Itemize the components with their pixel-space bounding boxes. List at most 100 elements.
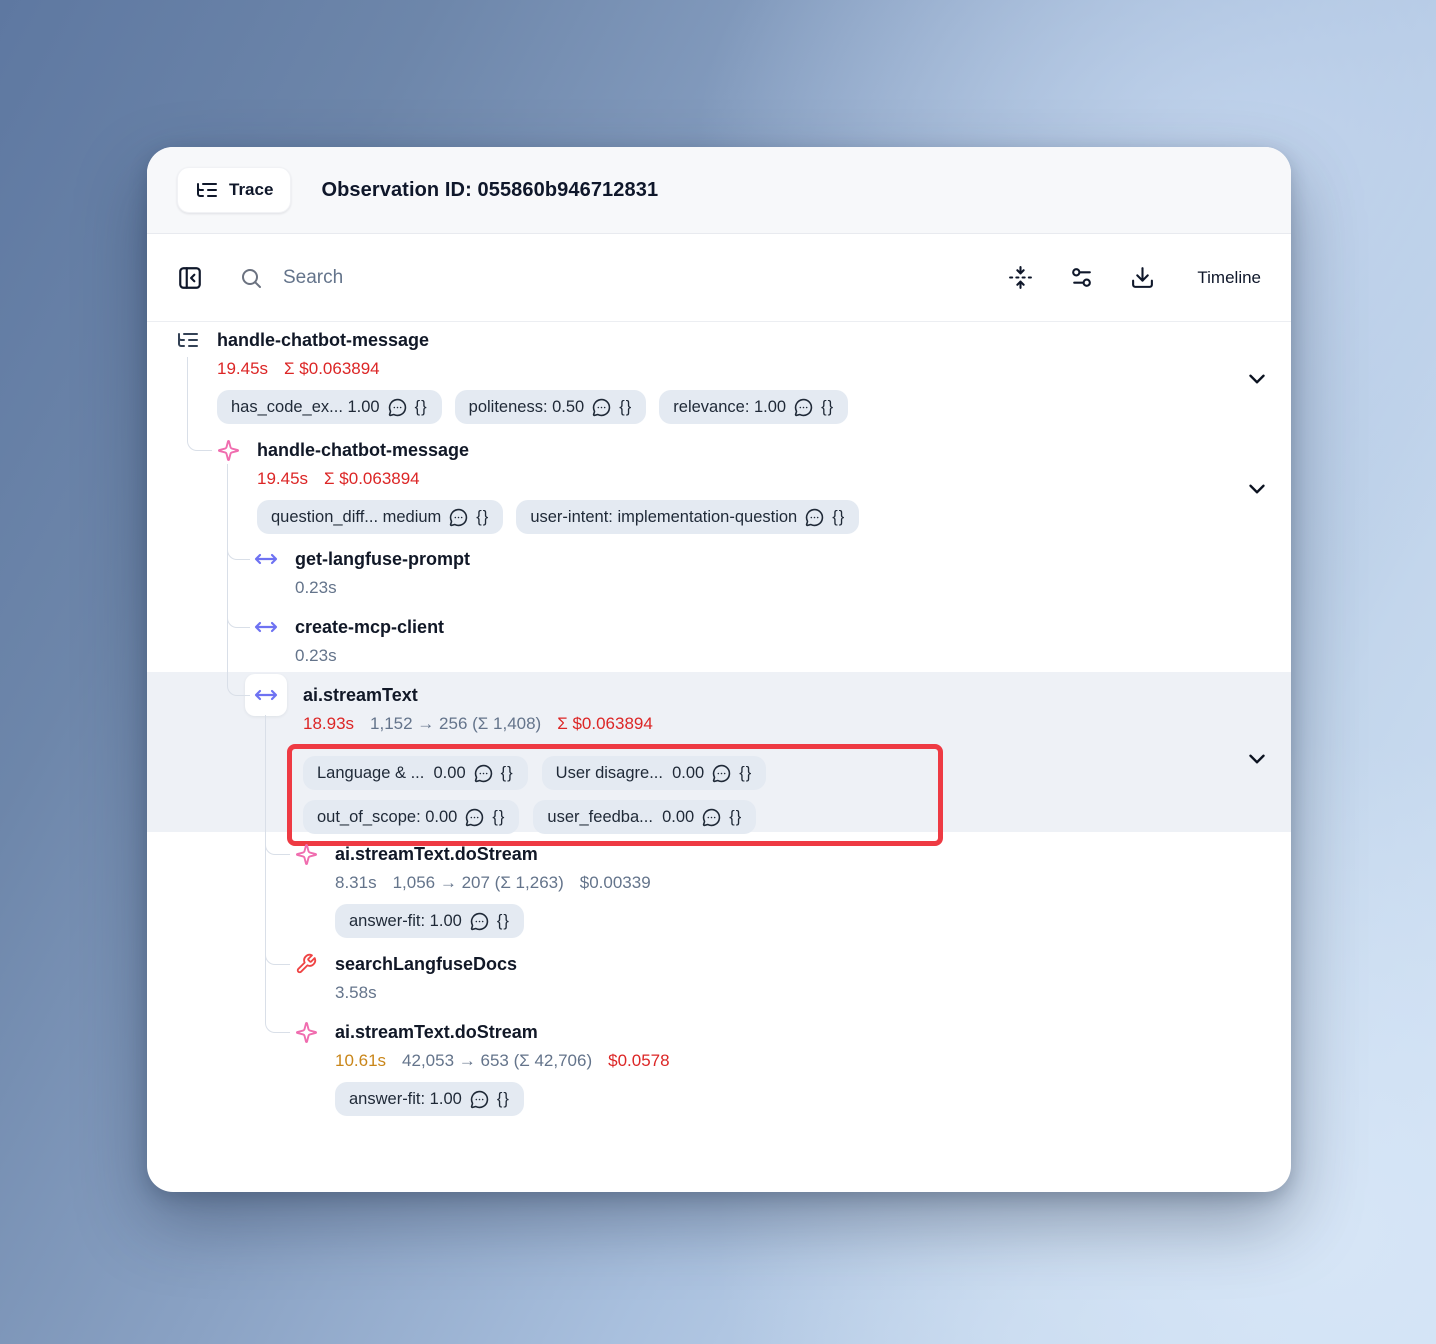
expand-collapse-chevron[interactable] (1243, 745, 1271, 773)
metadata-braces: {} (501, 761, 514, 785)
page-title: Observation ID: 055860b946712831 (321, 179, 658, 202)
filter-settings-icon (1069, 265, 1094, 290)
generation-icon-box (293, 841, 319, 867)
score-badge-label: Language & ... 0.00 (317, 761, 466, 785)
tree-toolbar: Timeline (147, 234, 1291, 322)
score-badge[interactable]: out_of_scope: 0.00{} (303, 800, 519, 834)
score-badge-label: out_of_scope: 0.00 (317, 805, 457, 829)
span-icon-box (253, 614, 279, 640)
comment-bubble-icon (470, 1090, 489, 1109)
score-badge-label: has_code_ex... 1.00 (231, 395, 380, 419)
fold-vertical-icon (1008, 265, 1033, 290)
trace-tree-icon (195, 178, 219, 202)
observation-name: get-langfuse-prompt (295, 547, 470, 571)
duration-label: 3.58s (335, 981, 377, 1005)
trace-header: Trace Observation ID: 055860b946712831 (147, 147, 1291, 234)
search-input[interactable] (281, 266, 705, 290)
metadata-braces: {} (832, 505, 845, 529)
chevron-down-icon (1244, 476, 1270, 502)
comment-bubble-icon (474, 764, 493, 783)
duration-label: 19.45s (217, 357, 268, 381)
observation-name: create-mcp-client (295, 615, 444, 639)
score-badge[interactable]: answer-fit: 1.00 {} (335, 904, 524, 938)
tool-icon (295, 953, 317, 975)
collapse-panel-button[interactable] (177, 265, 203, 291)
chevron-down-icon (1244, 746, 1270, 772)
cost-label: Σ $0.063894 (324, 467, 420, 491)
score-badge[interactable]: Language & ... 0.00 {} (303, 756, 528, 790)
comment-bubble-icon (712, 764, 731, 783)
metadata-braces: {} (739, 761, 752, 785)
comment-bubble-icon (592, 398, 611, 417)
trace-tab-label: Trace (229, 180, 273, 200)
tree-row-ai.streamText[interactable]: ai.streamText 18.93s 1,152 → 256 (Σ 1,408)… (147, 672, 1291, 832)
generation-icon-box (215, 437, 241, 463)
span-icon-box (245, 674, 287, 716)
expand-collapse-chevron[interactable] (1243, 365, 1271, 393)
score-badge[interactable]: question_diff... medium{} (257, 500, 503, 534)
cost-label: Σ $0.063894 (284, 357, 380, 381)
view-settings-button[interactable] (1069, 265, 1094, 290)
chevron-down-icon (1244, 366, 1270, 392)
tree-row-create-mcp-client[interactable]: create-mcp-client0.23s (147, 615, 1291, 668)
cost-label: Σ $0.063894 (557, 712, 653, 736)
token-usage-label: 1,056 → 207 (Σ 1,263) (393, 871, 564, 895)
score-badge-label: user-intent: implementation-question (530, 505, 797, 529)
duration-label: 18.93s (303, 712, 354, 736)
metadata-braces: {} (729, 805, 742, 829)
trace-tree-icon (176, 328, 200, 352)
tree-row-handle-chatbot-message[interactable]: handle-chatbot-message19.45sΣ $0.063894q… (147, 438, 1291, 534)
comment-bubble-icon (465, 808, 484, 827)
score-badge-label: relevance: 1.00 (673, 395, 786, 419)
observation-name: ai.streamText (303, 683, 943, 707)
score-badge-label: answer-fit: 1.00 (349, 1087, 462, 1111)
search-icon (239, 266, 263, 290)
score-badge[interactable]: politeness: 0.50 {} (455, 390, 647, 424)
observation-name: searchLangfuseDocs (335, 952, 517, 976)
download-button[interactable] (1130, 265, 1155, 290)
span-icon (254, 547, 278, 571)
comment-bubble-icon (449, 508, 468, 527)
expand-collapse-chevron[interactable] (1243, 475, 1271, 503)
comment-bubble-icon (794, 398, 813, 417)
tree-row-handle-chatbot-message[interactable]: handle-chatbot-message19.45sΣ $0.063894h… (147, 328, 1291, 424)
generation-icon-box (293, 1019, 319, 1045)
trace-icon-box (175, 327, 201, 353)
generation-icon (217, 439, 240, 462)
score-badge-label: question_diff... medium (271, 505, 441, 529)
annotation-highlight-box: Language & ... 0.00{}User disagre... 0.0… (287, 744, 943, 846)
score-badge-label: user_feedba... 0.00 (547, 805, 694, 829)
trace-tab-button[interactable]: Trace (177, 167, 291, 213)
metadata-braces: {} (497, 1087, 510, 1111)
score-badge[interactable]: user_feedba... 0.00 {} (533, 800, 756, 834)
score-badge[interactable]: User disagre... 0.00 {} (542, 756, 767, 790)
score-badge[interactable]: answer-fit: 1.00 {} (335, 1082, 524, 1116)
metadata-braces: {} (497, 909, 510, 933)
timeline-toggle[interactable]: Timeline (1197, 268, 1261, 288)
score-badge[interactable]: relevance: 1.00{} (659, 390, 848, 424)
observation-name: handle-chatbot-message (257, 438, 859, 462)
score-badge-label: politeness: 0.50 (469, 395, 585, 419)
duration-label: 8.31s (335, 871, 377, 895)
tree-row-get-langfuse-prompt[interactable]: get-langfuse-prompt0.23s (147, 547, 1291, 600)
score-badge[interactable]: has_code_ex... 1.00{} (217, 390, 442, 424)
score-badge-label: User disagre... 0.00 (556, 761, 705, 785)
span-icon-box (253, 546, 279, 572)
tree-row-ai.streamText.doStream[interactable]: ai.streamText.doStream 8.31s 1,056 → 207 (… (147, 842, 1291, 938)
cost-label: $0.0578 (608, 1049, 669, 1073)
observation-name: ai.streamText.doStream (335, 842, 651, 866)
tree-row-ai.streamText.doStream[interactable]: ai.streamText.doStream10.61s42,053 → 653… (147, 1020, 1291, 1116)
score-badges: answer-fit: 1.00 {} (335, 904, 651, 938)
token-usage-label: 1,152 → 256 (Σ 1,408) (370, 712, 541, 736)
score-badge[interactable]: user-intent: implementation-question {} (516, 500, 859, 534)
score-badges: answer-fit: 1.00 {} (335, 1082, 670, 1116)
observation-name: ai.streamText.doStream (335, 1020, 670, 1044)
metadata-braces: {} (619, 395, 632, 419)
score-badge-label: answer-fit: 1.00 (349, 909, 462, 933)
comment-bubble-icon (470, 912, 489, 931)
comment-bubble-icon (388, 398, 407, 417)
download-icon (1130, 265, 1155, 290)
generation-icon (295, 843, 318, 866)
collapse-all-button[interactable] (1008, 265, 1033, 290)
tree-row-searchLangfuseDocs[interactable]: searchLangfuseDocs 3.58s (147, 952, 1291, 1005)
